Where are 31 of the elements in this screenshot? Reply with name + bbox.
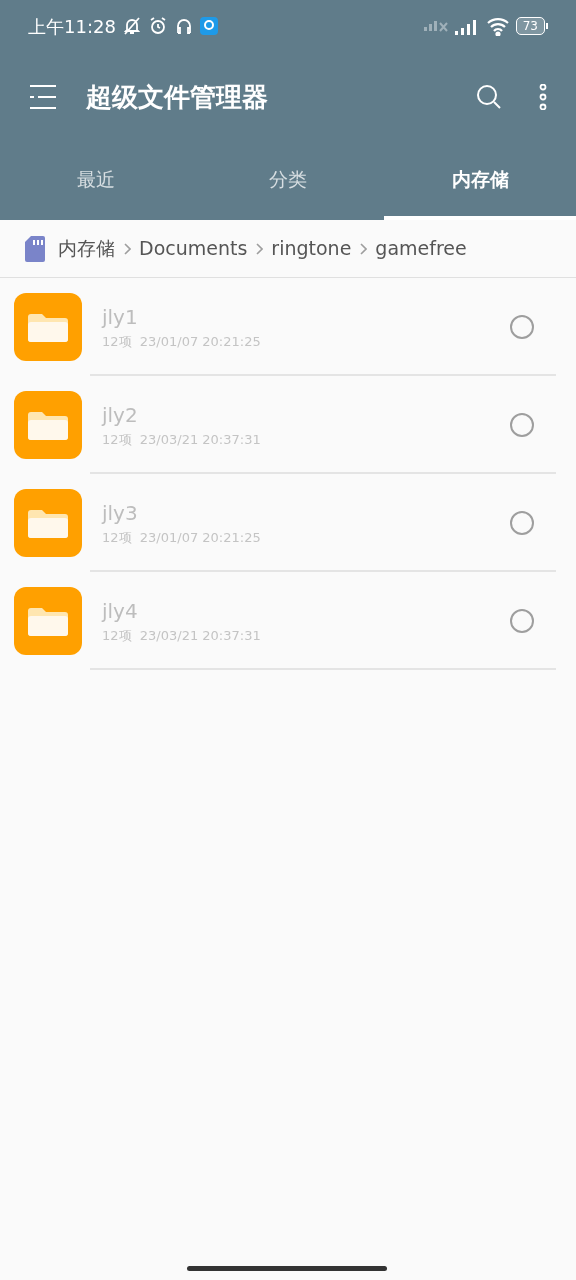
bell-off-icon xyxy=(121,16,142,36)
folder-icon xyxy=(14,293,82,361)
chevron-icon xyxy=(255,242,264,255)
select-radio[interactable] xyxy=(510,609,534,633)
signal-icon xyxy=(422,20,448,32)
wifi-icon xyxy=(485,16,510,36)
tab[interactable]: 内存储 xyxy=(384,142,576,220)
status-time: 上午11:28 xyxy=(28,14,116,39)
app-title: 超级文件管理器 xyxy=(86,80,269,114)
chevron-icon xyxy=(359,242,368,255)
file-name: jly3 xyxy=(102,502,139,523)
app-icon xyxy=(199,17,218,35)
select-radio[interactable] xyxy=(510,511,534,535)
sd-card-icon xyxy=(24,234,46,263)
breadcrumb-item[interactable]: gamefree xyxy=(375,234,467,263)
more-icon[interactable] xyxy=(538,84,548,110)
breadcrumb-item[interactable]: ringtone xyxy=(271,234,352,263)
folder-icon xyxy=(14,489,82,557)
breadcrumb-item[interactable]: Documents xyxy=(139,234,248,263)
file-name: jly2 xyxy=(102,404,139,425)
chevron-icon xyxy=(123,242,131,255)
search-icon[interactable] xyxy=(476,84,502,110)
folder-icon xyxy=(14,587,82,655)
breadcrumb-item[interactable]: 内存储 xyxy=(58,234,115,263)
battery-icon: 73 xyxy=(515,17,548,35)
folder-icon xyxy=(14,391,82,459)
file-name: jly4 xyxy=(102,600,139,621)
menu-icon[interactable] xyxy=(28,84,58,110)
select-radio[interactable] xyxy=(510,315,534,339)
select-radio[interactable] xyxy=(510,413,534,437)
file-name: jly1 xyxy=(102,306,139,327)
